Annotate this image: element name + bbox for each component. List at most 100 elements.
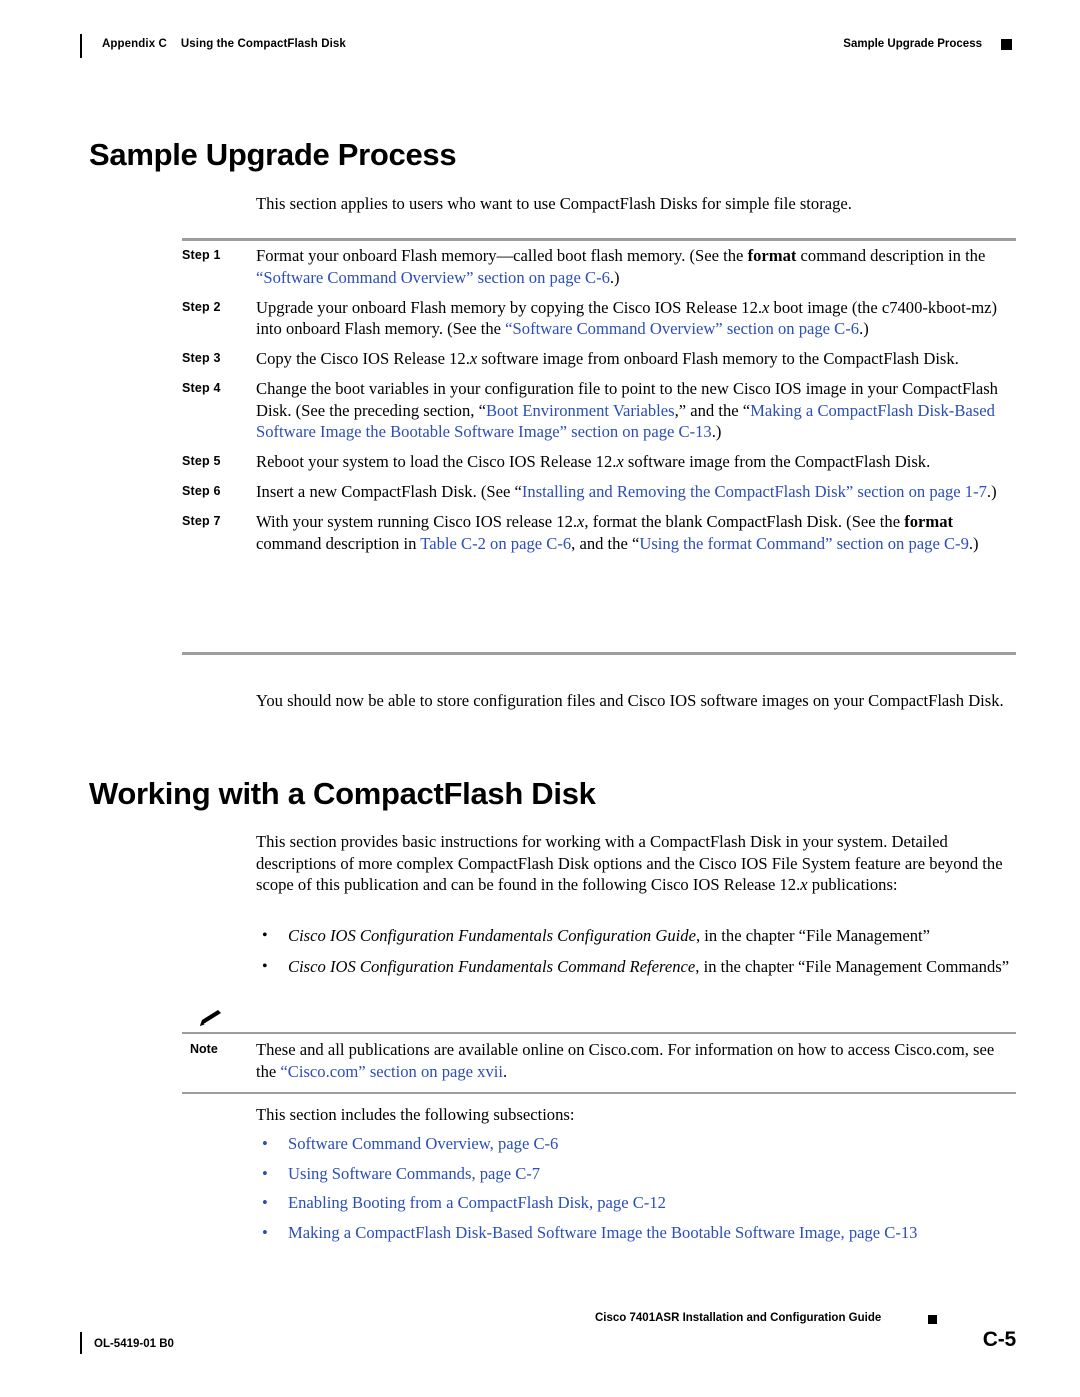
- step-row: Step 7 With your system running Cisco IOS…: [182, 511, 1016, 554]
- step-7-text: .): [968, 533, 979, 553]
- subsections-lead: This section includes the following subs…: [256, 1105, 575, 1124]
- step-row: Step 2 Upgrade your onboard Flash memory …: [182, 297, 1016, 340]
- page-header: Appendix C Using the CompactFlash Disk Sa…: [80, 34, 1012, 60]
- bullet-icon: •: [262, 927, 268, 944]
- step-1-link[interactable]: “Software Command Overview” section on p…: [256, 268, 610, 287]
- subsection-link-label[interactable]: Software Command Overview, page C-6: [288, 1134, 558, 1153]
- sample-upgrade-intro: This section applies to users who want t…: [256, 194, 852, 213]
- step-3-text: Copy the Cisco IOS Release 12.: [256, 349, 470, 368]
- step-1-text: Format your onboard Flash memory—called …: [256, 246, 748, 265]
- step-7-text: With your system running Cisco IOS relea…: [256, 512, 578, 531]
- step-7-link[interactable]: Table C-2 on page C-6: [420, 534, 571, 553]
- footer-square-marker: [928, 1315, 937, 1324]
- subsection-link-label[interactable]: Making a CompactFlash Disk-Based Softwar…: [288, 1223, 917, 1242]
- working-intro-text: publications:: [807, 875, 898, 894]
- note-link[interactable]: “Cisco.com” section on page xvii: [280, 1062, 503, 1081]
- sample-upgrade-closing: You should now be able to store configur…: [256, 691, 1004, 710]
- publication-1-text: , in the chapter “File Management”: [695, 926, 931, 945]
- page-footer: OL-5419-01 B0 Cisco 7401ASR Installation…: [80, 1312, 1016, 1372]
- step-4-text: .): [711, 422, 722, 441]
- header-appendix-number: Appendix C: [102, 38, 167, 50]
- step-label: Step 1: [182, 248, 221, 262]
- step-7-link[interactable]: Using the format Command” section on pag…: [639, 534, 969, 553]
- bullet-icon: •: [262, 1193, 268, 1212]
- step-row: Step 6 Insert a new CompactFlash Disk. (S…: [182, 481, 1016, 503]
- step-6-text: .): [986, 482, 997, 501]
- step-label: Step 5: [182, 454, 221, 468]
- publication-1-italic-text: Cisco IOS Configuration Fundamentals Con…: [288, 926, 696, 945]
- step-1-text: command description in the: [796, 246, 986, 265]
- header-appendix-title: Using the CompactFlash Disk: [180, 38, 346, 50]
- step-label: Step 3: [182, 351, 221, 365]
- header-running-head: Sample Upgrade Process: [843, 38, 982, 50]
- note-pencil-icon: [198, 1009, 224, 1029]
- step-1-text: .): [609, 267, 620, 287]
- note-text: These and all publications are available…: [256, 1039, 1016, 1082]
- step-body: Copy the Cisco IOS Release 12.x software…: [256, 348, 1016, 370]
- footer-guide-title: Cisco 7401ASR Installation and Configura…: [595, 1312, 882, 1324]
- note-rule-bottom: [182, 1092, 1016, 1094]
- step-body: Reboot your system to load the Cisco IOS…: [256, 451, 1016, 473]
- working-with-intro: This section provides basic instructions…: [256, 831, 1016, 896]
- footer-doc-number: OL-5419-01 B0: [94, 1338, 174, 1350]
- subsection-link-item[interactable]: • Using Software Commands, page C-7: [256, 1163, 1016, 1185]
- step-7-bold-text: format: [904, 512, 954, 531]
- subsection-link-label[interactable]: Enabling Booting from a CompactFlash Dis…: [288, 1193, 666, 1212]
- step-1-bold-text: format: [747, 246, 797, 265]
- publication-item: • Cisco IOS Configuration Fundamentals Co…: [256, 925, 1016, 947]
- step-row: Step 1 Format your onboard Flash memory—c…: [182, 245, 1016, 288]
- step-row: Step 3 Copy the Cisco IOS Release 12.x so…: [182, 348, 1016, 370]
- step-4-link[interactable]: Boot Environment Variables: [486, 401, 675, 420]
- step-2-text: Upgrade your onboard Flash memory by cop…: [256, 297, 763, 317]
- step-row: Step 5 Reboot your system to load the Cis…: [182, 451, 1016, 473]
- bullet-icon: •: [262, 957, 268, 975]
- step-3-text: software image from onboard Flash memory…: [477, 349, 959, 368]
- bullet-icon: •: [262, 1222, 268, 1242]
- step-2-text: .): [859, 319, 869, 338]
- subsection-link-item[interactable]: • Software Command Overview, page C-6: [256, 1133, 1016, 1155]
- steps-rule-bottom: [182, 652, 1016, 655]
- step-4-text: ,” and the “: [674, 400, 751, 420]
- publication-list: • Cisco IOS Configuration Fundamentals Co…: [256, 925, 1016, 986]
- step-7-text: , format the blank CompactFlash Disk. (S…: [584, 512, 905, 531]
- step-body: Insert a new CompactFlash Disk. (See “In…: [256, 481, 1016, 503]
- step-list: Step 1 Format your onboard Flash memory—c…: [182, 245, 1016, 563]
- step-7-text: , and the “: [571, 533, 640, 553]
- step-label: Step 6: [182, 484, 221, 498]
- step-7-text: command description in: [256, 533, 421, 553]
- step-2-link[interactable]: “Software Command Overview” section on p…: [505, 319, 859, 338]
- publication-2-italic-text: Cisco IOS Configuration Fundamentals Com…: [288, 956, 696, 976]
- step-label: Step 2: [182, 299, 221, 314]
- subsection-link-item[interactable]: • Enabling Booting from a CompactFlash Di…: [256, 1192, 1016, 1214]
- step-row: Step 4 Change the boot variables in your …: [182, 378, 1016, 443]
- subsection-link-item[interactable]: • Making a CompactFlash Disk-Based Softwa…: [256, 1222, 1016, 1244]
- step-body: Format your onboard Flash memory—called …: [256, 245, 1016, 288]
- bullet-icon: •: [262, 1134, 268, 1153]
- header-appendix-text: Appendix C Using the CompactFlash Disk: [102, 38, 346, 50]
- step-5-text: software image from the CompactFlash Dis…: [623, 452, 931, 471]
- publication-item-text: Cisco IOS Configuration Fundamentals Com…: [288, 957, 1009, 976]
- heading-sample-upgrade-process: Sample Upgrade Process: [89, 137, 457, 172]
- step-body: With your system running Cisco IOS relea…: [256, 511, 1016, 554]
- note-label: Note: [190, 1042, 218, 1056]
- publication-2-text: , in the chapter “File Management Comman…: [695, 956, 1010, 976]
- step-5-text: Reboot your system to load the Cisco IOS…: [256, 452, 617, 471]
- step-body: Change the boot variables in your config…: [256, 378, 1016, 443]
- step-label: Step 4: [182, 381, 221, 395]
- subsection-link-list: • Software Command Overview, page C-6 • Usi…: [256, 1133, 1016, 1251]
- steps-rule-top: [182, 238, 1016, 241]
- step-6-link[interactable]: Installing and Removing the CompactFlash…: [522, 482, 987, 501]
- footer-left-bar: [80, 1332, 82, 1354]
- note-text: .: [503, 1061, 508, 1081]
- step-6-text: Insert a new CompactFlash Disk. (See “: [256, 482, 522, 501]
- publication-item: • Cisco IOS Configuration Fundamentals Co…: [256, 956, 1016, 978]
- bullet-icon: •: [262, 1163, 268, 1183]
- subsection-link-label[interactable]: Using Software Commands, page C-7: [288, 1164, 540, 1183]
- working-intro-italic-text: x: [800, 875, 808, 894]
- footer-page-number: C-5: [982, 1328, 1016, 1351]
- heading-working-with-compactflash-disk: Working with a CompactFlash Disk: [89, 776, 596, 811]
- publication-item-text: Cisco IOS Configuration Fundamentals Con…: [288, 926, 930, 945]
- document-page: Appendix C Using the CompactFlash Disk Sa…: [0, 0, 1080, 1397]
- note-rule-top: [182, 1032, 1016, 1034]
- header-left-bar: [80, 34, 82, 58]
